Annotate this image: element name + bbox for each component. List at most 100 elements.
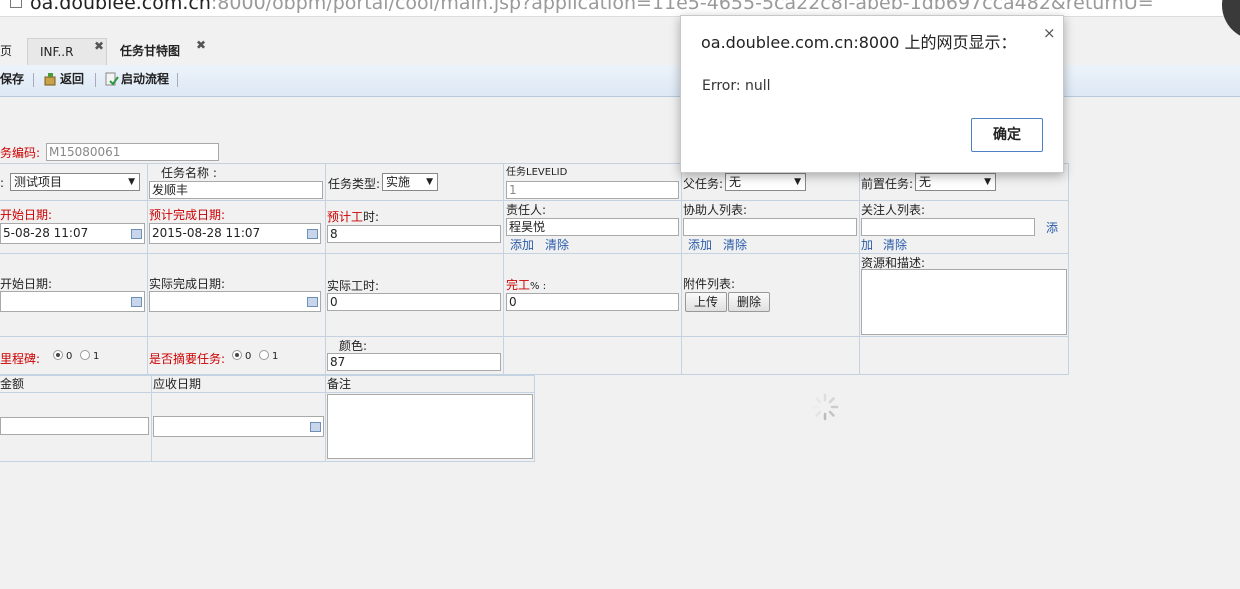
dialog-title: oa.doublee.com.cn:8000 上的网页显示：: [701, 33, 1017, 52]
plan-hours-label: 预计工时:: [327, 210, 379, 224]
grid-line: [0, 200, 1069, 201]
assistants-add-link[interactable]: 添加: [688, 238, 712, 252]
toolbar-divider: [95, 73, 96, 87]
summary-task-radio-0[interactable]: [232, 350, 242, 360]
watchers-input[interactable]: [861, 218, 1035, 236]
plan-hours-input[interactable]: 8: [327, 225, 501, 243]
actual-hours-label: 实际工时:: [327, 279, 380, 293]
grid-line: [859, 163, 860, 374]
chevron-down-icon: ▼: [426, 177, 433, 187]
resources-label: 资源和描述:: [861, 256, 926, 270]
owner-label: 责任人:: [506, 203, 547, 217]
milestone-label: 里程碑:: [0, 352, 41, 366]
complete-pct-label: 完工% :: [506, 278, 546, 294]
watchers-add-link[interactable]: 加: [861, 238, 873, 252]
milestone-opt0-label: 0: [66, 351, 73, 362]
address-host: oa.doublee.com.cn: [30, 0, 211, 14]
remarks-label: 备注: [327, 377, 352, 391]
plan-hours-label-a: 预计工: [327, 210, 364, 224]
start-flow-button[interactable]: 启动流程: [105, 71, 169, 87]
tab-home[interactable]: 页: [0, 38, 18, 65]
grid-line: [147, 163, 148, 374]
tab-gantt[interactable]: 任务甘特图 ✖: [112, 38, 212, 65]
summary-task-radio-1[interactable]: [259, 350, 269, 360]
color-label: 颜色:: [339, 339, 368, 353]
task-type-label: 任务类型:: [328, 177, 381, 191]
summary-opt0-label: 0: [245, 351, 252, 362]
grid-line: [325, 163, 326, 374]
address-url[interactable]: oa.doublee.com.cn:8000/obpm/portal/cool/…: [30, 0, 1154, 15]
assistants-input[interactable]: [683, 218, 857, 236]
milestone-radio-1[interactable]: [80, 350, 90, 360]
plan-start-label: 开始日期:: [0, 208, 53, 222]
project-value: 测试项目: [14, 175, 63, 189]
owner-clear-link[interactable]: 清除: [545, 238, 569, 252]
task-name-label: 任务名称 :: [161, 166, 217, 180]
tab-label: 任务甘特图: [120, 44, 181, 58]
parent-task-label: 父任务:: [683, 177, 724, 191]
calendar-icon[interactable]: [307, 297, 318, 307]
task-level-field[interactable]: 1: [506, 181, 679, 199]
loading-spinner-icon: [811, 393, 839, 421]
watchers-clear-link[interactable]: 清除: [883, 238, 907, 252]
toolbar-divider: [33, 73, 34, 87]
chevron-down-icon: ▼: [128, 177, 135, 187]
parent-task-select[interactable]: 无 ▼: [725, 173, 806, 191]
tab-label: INF..R: [40, 45, 74, 59]
actual-finish-input[interactable]: [149, 291, 321, 312]
plan-start-value: 5-08-28 11:07: [3, 226, 89, 240]
calendar-icon[interactable]: [307, 229, 318, 239]
upload-button[interactable]: 上传: [685, 292, 727, 312]
grid-line: [0, 461, 535, 462]
actual-finish-label: 实际完成日期:: [149, 277, 226, 291]
plan-start-input[interactable]: 5-08-28 11:07: [0, 223, 145, 244]
assistants-clear-link[interactable]: 清除: [723, 238, 747, 252]
ok-button[interactable]: 确定: [971, 118, 1043, 152]
owner-input[interactable]: 程昊悦: [506, 218, 679, 236]
task-name-input[interactable]: 发顺丰: [149, 181, 323, 199]
complete-pct-input[interactable]: 0: [506, 293, 679, 311]
remarks-textarea[interactable]: [327, 394, 533, 459]
amount-input[interactable]: [0, 417, 149, 435]
plan-finish-input[interactable]: 2015-08-28 11:07: [149, 223, 321, 244]
save-button[interactable]: 保存: [0, 71, 24, 87]
plan-finish-label: 预计完成日期:: [149, 208, 226, 222]
project-select[interactable]: 测试项目 ▼: [10, 173, 140, 191]
task-code-field[interactable]: M15080061: [46, 143, 219, 161]
start-flow-label: 启动流程: [121, 72, 170, 86]
milestone-radio-0[interactable]: [53, 350, 63, 360]
address-path: :8000/obpm/portal/cool/main.jsp?applicat…: [210, 0, 1154, 14]
back-icon: [44, 73, 56, 86]
back-button[interactable]: 返回: [44, 71, 84, 87]
calendar-icon[interactable]: [310, 422, 321, 432]
actual-start-label: 开始日期:: [0, 277, 53, 291]
color-input[interactable]: 87: [327, 353, 501, 371]
summary-opt1-label: 1: [272, 351, 279, 362]
chevron-down-icon: ▼: [984, 177, 991, 187]
alert-dialog: oa.doublee.com.cn:8000 上的网页显示： × Error: …: [680, 15, 1064, 173]
calendar-icon[interactable]: [131, 229, 142, 239]
grid-line: [1068, 163, 1069, 374]
close-icon[interactable]: ✖: [196, 32, 206, 59]
close-icon[interactable]: ×: [1043, 24, 1056, 42]
delete-attachment-button[interactable]: 删除: [728, 292, 770, 312]
grid-line: [0, 336, 1069, 337]
receivable-date-input[interactable]: [153, 416, 324, 437]
close-icon[interactable]: ✖: [94, 33, 104, 60]
summary-task-label: 是否摘要任务:: [149, 352, 226, 366]
back-label: 返回: [60, 72, 85, 86]
save-label: 保存: [0, 72, 25, 86]
actual-hours-input[interactable]: 0: [327, 293, 501, 311]
milestone-opt1-label: 1: [93, 351, 100, 362]
calendar-icon[interactable]: [131, 297, 142, 307]
watchers-add-link-tail[interactable]: 添: [1046, 221, 1058, 235]
actual-start-input[interactable]: [0, 291, 145, 312]
owner-add-link[interactable]: 添加: [510, 238, 534, 252]
assistants-label: 协助人列表:: [683, 203, 748, 217]
pre-task-select[interactable]: 无 ▼: [915, 173, 996, 191]
tab-info[interactable]: INF..R ✖: [27, 38, 107, 65]
resources-textarea[interactable]: [861, 269, 1067, 335]
complete-pct-label-b: % :: [530, 281, 547, 292]
task-type-select[interactable]: 实施 ▼: [382, 173, 438, 191]
plan-hours-label-b: 时:: [363, 210, 380, 224]
